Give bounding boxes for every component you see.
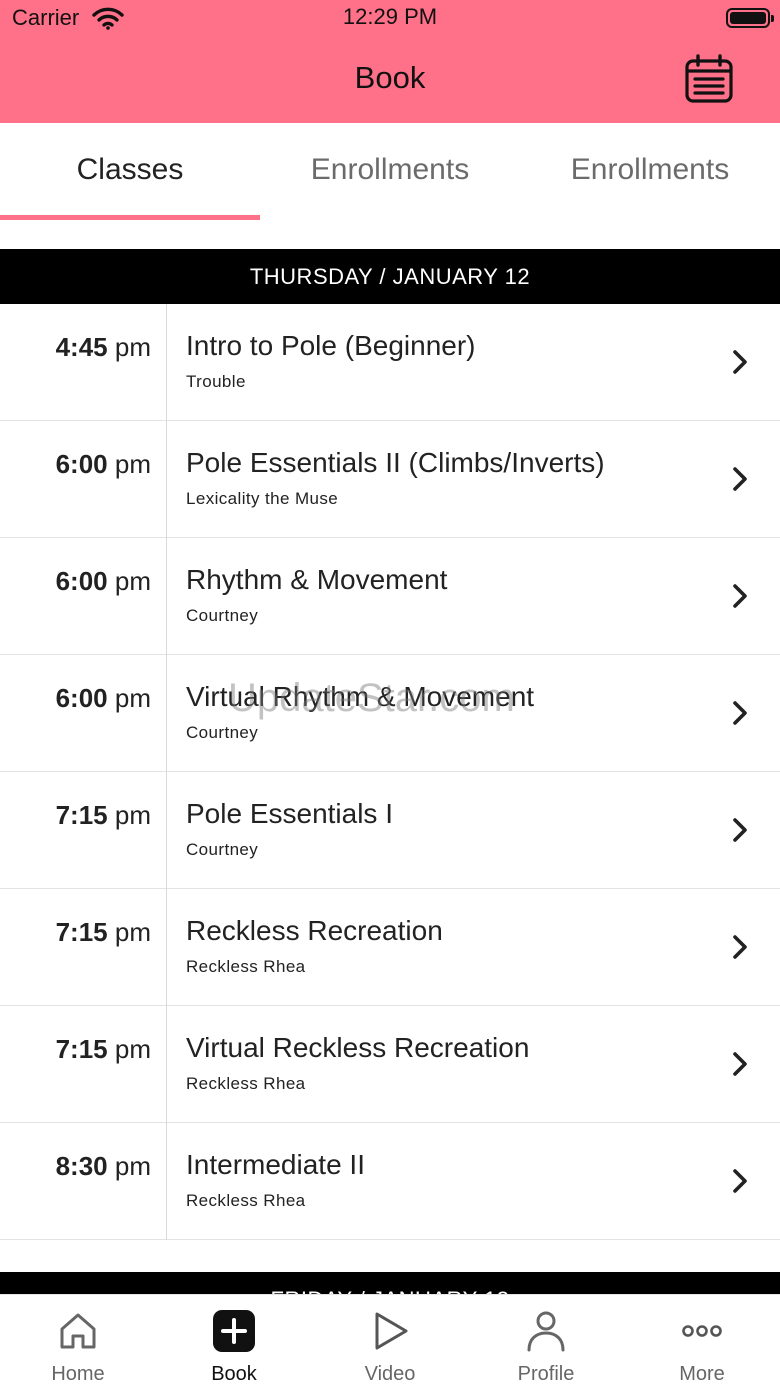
class-time-period: pm xyxy=(114,917,151,947)
class-time-period: pm xyxy=(114,1151,151,1181)
status-bar: Carrier 12:29 PM xyxy=(0,0,780,40)
tab-enrollments-2[interactable]: Enrollments xyxy=(520,153,780,187)
class-row[interactable]: 7:15 pm Reckless Recreation Reckless Rhe… xyxy=(0,889,780,1006)
tabbar-video-label: Video xyxy=(364,1363,416,1385)
tabbar-home-label: Home xyxy=(51,1363,105,1385)
plus-icon xyxy=(213,1310,255,1352)
row-divider xyxy=(166,304,167,421)
class-instructor: Courtney xyxy=(186,606,259,625)
class-row[interactable]: 6:00 pm Pole Essentials II (Climbs/Inver… xyxy=(0,421,780,538)
class-time-period: pm xyxy=(114,332,151,362)
class-title: Rhythm & Movement xyxy=(186,564,448,595)
chevron-right-icon xyxy=(733,1052,747,1076)
class-instructor: Courtney xyxy=(186,840,259,859)
row-divider xyxy=(166,772,167,889)
class-time: 4:45 pm xyxy=(0,332,151,363)
chevron-right-icon xyxy=(733,701,747,725)
class-row[interactable]: 7:15 pm Virtual Reckless Recreation Reck… xyxy=(0,1006,780,1123)
class-time-period: pm xyxy=(114,1034,151,1064)
class-title: Reckless Recreation xyxy=(186,915,443,946)
chevron-right-icon xyxy=(733,467,747,491)
class-row[interactable]: 4:45 pm Intro to Pole (Beginner) Trouble xyxy=(0,304,780,421)
tabbar-book[interactable]: Book xyxy=(156,1295,312,1388)
class-title: Virtual Rhythm & Movement xyxy=(186,681,535,712)
tab-enrollments[interactable]: Enrollments xyxy=(260,153,520,187)
tabbar-more-label: More xyxy=(679,1363,725,1385)
row-divider xyxy=(166,655,167,772)
chevron-right-icon xyxy=(733,584,747,608)
class-row[interactable]: 6:00 pm Virtual Rhythm & Movement Courtn… xyxy=(0,655,780,772)
class-title: Pole Essentials I xyxy=(186,798,393,829)
tab-strip: Classes Enrollments Enrollments xyxy=(0,123,780,221)
class-instructor: Trouble xyxy=(186,372,246,391)
tabbar-home[interactable]: Home xyxy=(0,1295,156,1388)
class-time-value: 7:15 xyxy=(55,917,108,947)
row-divider xyxy=(166,1123,167,1240)
class-title: Intro to Pole (Beginner) xyxy=(186,330,476,361)
chevron-right-icon xyxy=(733,818,747,842)
chevron-right-icon xyxy=(733,350,747,374)
class-time-period: pm xyxy=(114,449,151,479)
chevron-right-icon xyxy=(733,1169,747,1193)
row-divider xyxy=(166,1006,167,1123)
status-time: 12:29 PM xyxy=(342,4,438,29)
active-tab-indicator xyxy=(0,215,260,220)
class-time-value: 4:45 xyxy=(55,332,108,362)
tabbar-video[interactable]: Video xyxy=(312,1295,468,1388)
class-instructor: Reckless Rhea xyxy=(186,1191,306,1210)
class-time: 7:15 pm xyxy=(0,800,151,831)
class-time-value: 8:30 xyxy=(55,1151,108,1181)
class-time-period: pm xyxy=(114,800,151,830)
calendar-icon[interactable] xyxy=(684,54,736,106)
class-row[interactable]: 6:00 pm Rhythm & Movement Courtney xyxy=(0,538,780,655)
class-row[interactable]: 8:30 pm Intermediate II Reckless Rhea xyxy=(0,1123,780,1240)
class-row[interactable]: 7:15 pm Pole Essentials I Courtney xyxy=(0,772,780,889)
class-time-period: pm xyxy=(114,566,151,596)
page-title: Book xyxy=(354,60,426,95)
class-time-period: pm xyxy=(114,683,151,713)
class-instructor: Reckless Rhea xyxy=(186,1074,306,1093)
class-time-value: 7:15 xyxy=(55,1034,108,1064)
class-instructor: Reckless Rhea xyxy=(186,957,306,976)
row-divider xyxy=(166,889,167,1006)
bottom-tab-bar: Home Book Video Profile More xyxy=(0,1294,780,1388)
class-time: 8:30 pm xyxy=(0,1151,151,1182)
user-icon xyxy=(527,1311,565,1352)
row-divider xyxy=(166,538,167,655)
class-title: Virtual Reckless Recreation xyxy=(186,1032,530,1063)
class-time-value: 6:00 xyxy=(55,683,108,713)
tabbar-profile-label: Profile xyxy=(517,1363,575,1385)
more-icon xyxy=(682,1325,722,1337)
class-list: 4:45 pm Intro to Pole (Beginner) Trouble… xyxy=(0,304,780,1240)
home-icon xyxy=(60,1313,96,1349)
class-time: 6:00 pm xyxy=(0,449,151,480)
play-icon xyxy=(375,1312,408,1350)
class-title: Pole Essentials II (Climbs/Inverts) xyxy=(186,447,605,478)
class-instructor: Courtney xyxy=(186,723,259,742)
class-time: 6:00 pm xyxy=(0,683,151,714)
battery-icon xyxy=(726,8,774,28)
row-divider xyxy=(166,421,167,538)
day-header: THURSDAY / JANUARY 12 xyxy=(0,249,780,304)
class-time-value: 6:00 xyxy=(55,566,108,596)
class-time-value: 7:15 xyxy=(55,800,108,830)
class-time: 6:00 pm xyxy=(0,566,151,597)
tabbar-profile[interactable]: Profile xyxy=(468,1295,624,1388)
chevron-right-icon xyxy=(733,935,747,959)
tabbar-book-label: Book xyxy=(211,1363,257,1385)
navigation-bar: Book xyxy=(0,40,780,123)
class-time: 7:15 pm xyxy=(0,1034,151,1065)
tabbar-more[interactable]: More xyxy=(624,1295,780,1388)
class-title: Intermediate II xyxy=(186,1149,365,1180)
class-instructor: Lexicality the Muse xyxy=(186,489,339,508)
tab-classes[interactable]: Classes xyxy=(0,153,260,187)
class-time: 7:15 pm xyxy=(0,917,151,948)
class-time-value: 6:00 xyxy=(55,449,108,479)
